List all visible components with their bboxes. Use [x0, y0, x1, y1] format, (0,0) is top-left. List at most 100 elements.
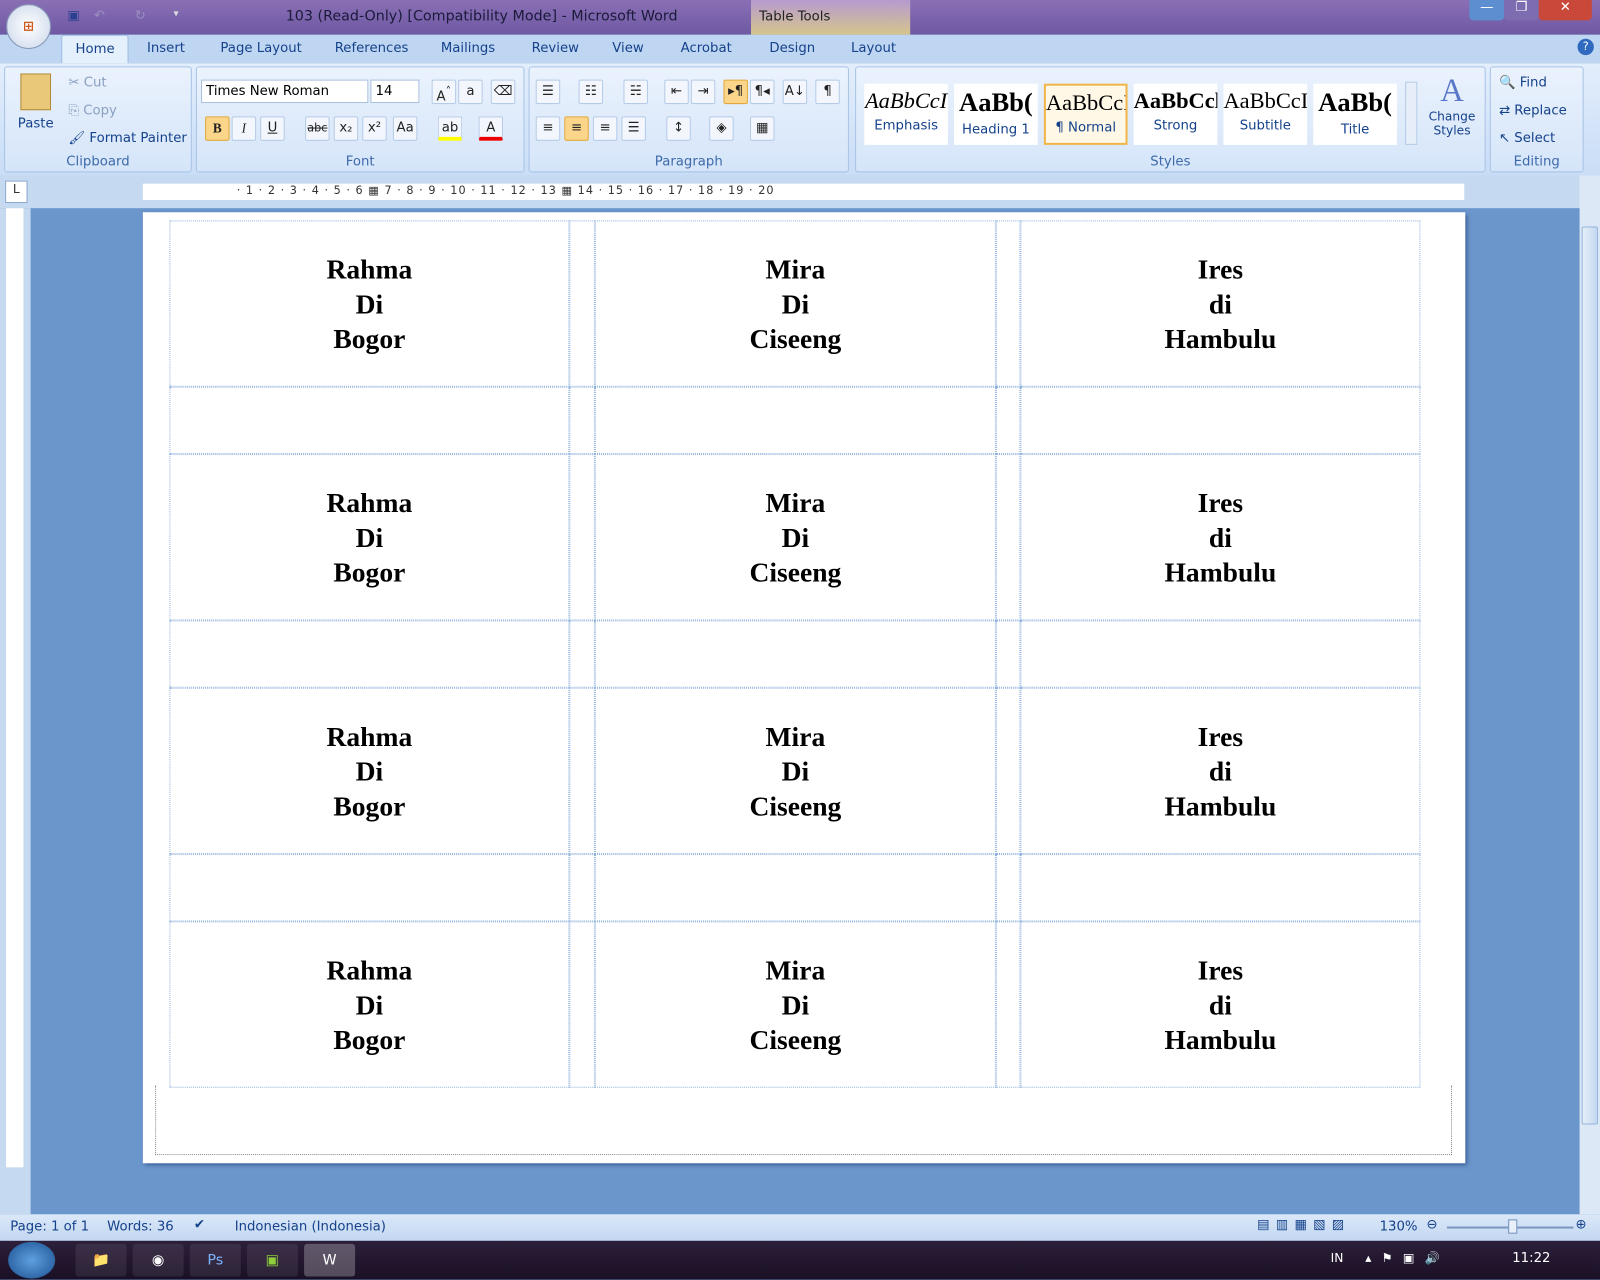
style-normal[interactable]: AaBbCcI ¶ Normal — [1043, 83, 1128, 145]
format-painter-button[interactable]: 🖌 Format Painter — [68, 131, 186, 146]
minimize-button[interactable]: — — [1469, 0, 1505, 21]
empty-row-cell[interactable] — [995, 620, 1021, 688]
table-cell[interactable]: Ires di Hambulu — [1020, 220, 1421, 387]
increase-indent-icon[interactable]: ⇥ — [690, 79, 716, 105]
align-left-icon[interactable]: ≡ — [535, 116, 561, 141]
language-indicator[interactable]: Indonesian (Indonesia) — [235, 1219, 386, 1234]
table-cell[interactable]: Mira Di Ciseeng — [594, 220, 996, 387]
font-color-icon[interactable]: A — [478, 116, 504, 141]
firefox-icon[interactable]: ◉ — [132, 1243, 184, 1277]
style-emphasis[interactable]: AaBbCcI Emphasis — [864, 83, 948, 145]
zoom-in-icon[interactable]: ⊕ — [1575, 1217, 1586, 1232]
table-cell[interactable]: Ires di Hambulu — [1020, 454, 1421, 621]
tab-home[interactable]: Home — [61, 34, 129, 64]
strikethrough-icon[interactable]: abc — [305, 116, 330, 141]
table-cell[interactable]: Ires di Hambulu — [1020, 921, 1421, 1088]
multilevel-list-icon[interactable]: ☵ — [623, 79, 648, 105]
tab-selector[interactable]: L — [5, 180, 28, 204]
style-subtitle[interactable]: AaBbCcI Subtitle — [1223, 83, 1308, 145]
tab-layout[interactable]: Layout — [851, 41, 896, 56]
empty-row-cell[interactable] — [594, 620, 996, 688]
start-button[interactable] — [8, 1241, 56, 1279]
document-page[interactable]: Rahma Di Bogor Mira Di Ciseeng Ires di Hambulu Ra… — [142, 212, 1466, 1164]
zoom-out-icon[interactable]: ⊖ — [1427, 1217, 1438, 1232]
change-styles-button[interactable]: A Change Styles — [1423, 71, 1480, 137]
proofing-icon[interactable]: ✔ — [194, 1217, 205, 1232]
empty-row-cell[interactable] — [1020, 854, 1421, 922]
subscript-icon[interactable]: x₂ — [333, 116, 359, 141]
zoom-slider-thumb[interactable] — [1508, 1219, 1518, 1234]
table-cell[interactable]: Mira Di Ciseeng — [594, 454, 996, 621]
close-button[interactable]: ✕ — [1538, 0, 1592, 21]
tab-design[interactable]: Design — [769, 41, 815, 56]
styles-scroll[interactable] — [1405, 81, 1418, 145]
shrink-font-icon[interactable]: a — [458, 79, 483, 105]
customize-qat-icon[interactable]: ▾ — [173, 8, 178, 19]
empty-row-cell[interactable] — [995, 386, 1021, 455]
numbering-icon[interactable]: ☷ — [578, 79, 604, 105]
table-cell[interactable]: Rahma Di Bogor — [169, 454, 570, 621]
table-cell[interactable]: Rahma Di Bogor — [169, 921, 570, 1088]
sort-icon[interactable]: A↓ — [782, 79, 808, 105]
word-count[interactable]: Words: 36 — [107, 1219, 174, 1234]
copy-button[interactable]: ⎘ Copy — [68, 103, 117, 118]
tab-review[interactable]: Review — [532, 41, 579, 56]
spacer-cell[interactable] — [569, 454, 595, 621]
empty-row-cell[interactable] — [569, 620, 595, 688]
spacer-cell[interactable] — [569, 921, 595, 1088]
empty-row-cell[interactable] — [569, 854, 595, 922]
justify-icon[interactable]: ☰ — [621, 116, 646, 141]
vertical-scrollbar[interactable] — [1579, 175, 1600, 1215]
highlight-icon[interactable]: ab — [437, 116, 463, 141]
table-cell[interactable]: Rahma Di Bogor — [169, 687, 570, 855]
align-right-icon[interactable]: ≡ — [592, 116, 618, 141]
show-formatting-icon[interactable]: ¶ — [815, 79, 840, 105]
spacer-cell[interactable] — [995, 220, 1021, 387]
tab-view[interactable]: View — [612, 41, 643, 56]
tab-page-layout[interactable]: Page Layout — [220, 41, 301, 56]
paste-button[interactable]: Paste — [15, 73, 56, 132]
spacer-cell[interactable] — [995, 921, 1021, 1088]
photoshop-icon[interactable]: Ps — [189, 1243, 241, 1277]
tab-acrobat[interactable]: Acrobat — [681, 41, 732, 56]
undo-icon[interactable]: ↶ — [94, 8, 105, 23]
select-button[interactable]: ↖ Select — [1499, 131, 1555, 146]
view-buttons[interactable]: ▤▥▦▧▨ — [1257, 1217, 1350, 1232]
style-strong[interactable]: AaBbCcl Strong — [1133, 83, 1218, 145]
style-title[interactable]: AaBb(Title — [1313, 83, 1397, 145]
shading-icon[interactable]: ◈ — [709, 116, 734, 141]
help-icon[interactable]: ? — [1577, 38, 1594, 56]
italic-icon[interactable]: I — [231, 116, 257, 141]
spacer-cell[interactable] — [569, 220, 595, 387]
empty-row-cell[interactable] — [1020, 620, 1421, 688]
spacer-cell[interactable] — [995, 454, 1021, 621]
table-cell[interactable]: Mira Di Ciseeng — [594, 921, 996, 1088]
clock[interactable]: 11:22 — [1512, 1251, 1550, 1266]
tab-mailings[interactable]: Mailings — [441, 41, 495, 56]
font-size-select[interactable]: 14 — [370, 79, 420, 104]
find-button[interactable]: 🔍 Find — [1499, 76, 1547, 91]
input-language[interactable]: IN — [1331, 1251, 1344, 1265]
empty-row-cell[interactable] — [169, 854, 570, 922]
zoom-level[interactable]: 130% — [1380, 1219, 1418, 1234]
align-center-icon[interactable]: ≡ — [564, 116, 589, 141]
change-case-icon[interactable]: Aa — [392, 116, 418, 141]
line-spacing-icon[interactable]: ↕ — [666, 116, 691, 141]
clear-formatting-icon[interactable]: ⌫ — [490, 79, 516, 105]
bold-icon[interactable]: B — [205, 116, 230, 141]
scroll-thumb[interactable] — [1581, 226, 1598, 1125]
style-heading-1[interactable]: AaBb(Heading 1 — [954, 83, 1038, 145]
table-cell[interactable]: Rahma Di Bogor — [169, 220, 570, 387]
rtl-icon[interactable]: ¶◂ — [749, 79, 775, 105]
empty-row-cell[interactable] — [169, 620, 570, 688]
spacer-cell[interactable] — [569, 687, 595, 855]
vertical-ruler[interactable] — [6, 208, 24, 1168]
font-name-select[interactable]: Times New Roman — [201, 79, 369, 104]
save-icon[interactable]: ▣ — [67, 8, 80, 23]
word-taskbar-icon[interactable]: W — [304, 1243, 356, 1277]
empty-row-cell[interactable] — [594, 386, 996, 455]
decrease-indent-icon[interactable]: ⇤ — [664, 79, 689, 105]
empty-row-cell[interactable] — [169, 386, 570, 455]
table-cell[interactable]: Ires di Hambulu — [1020, 687, 1421, 855]
page-indicator[interactable]: Page: 1 of 1 — [10, 1219, 89, 1234]
